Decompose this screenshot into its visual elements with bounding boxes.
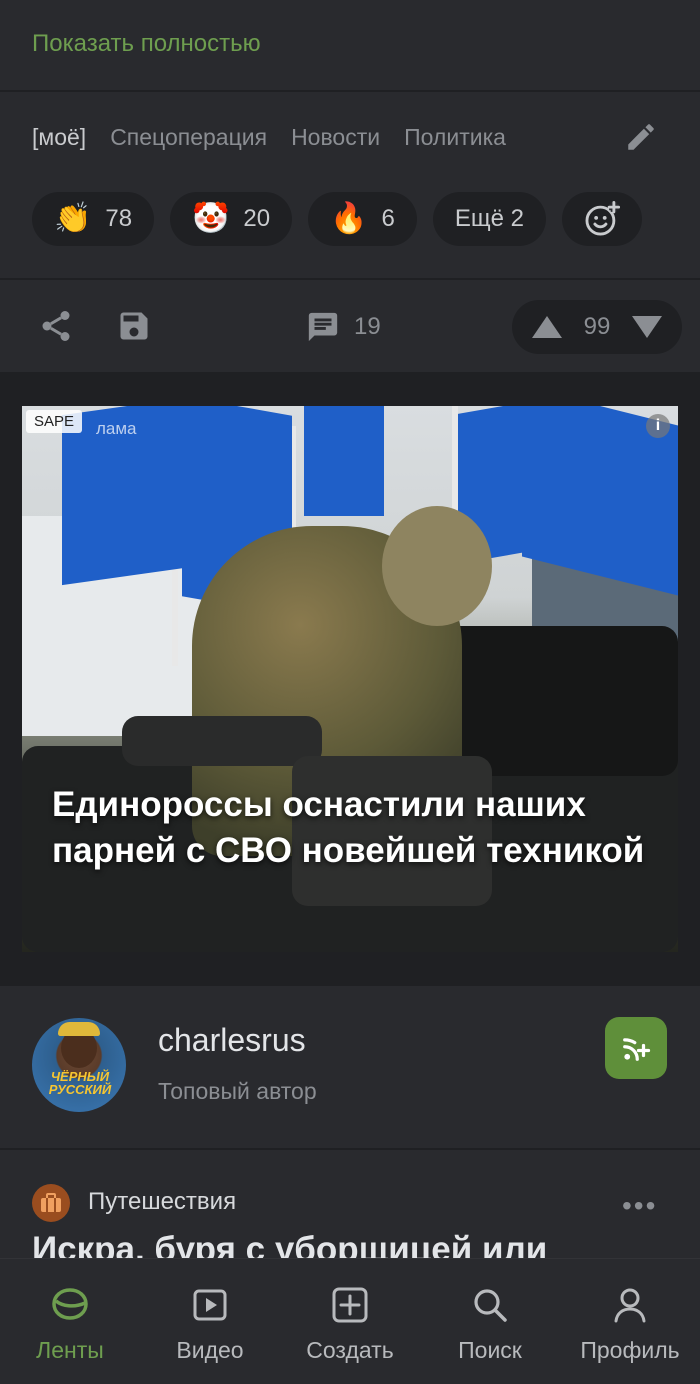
suitcase-icon — [32, 1184, 70, 1222]
nav-search[interactable]: Поиск — [420, 1259, 560, 1384]
ad-source-label: SAPE — [26, 410, 83, 433]
nav-label: Видео — [176, 1337, 244, 1363]
clown-icon: 🤡 — [192, 202, 230, 235]
show-full-link[interactable]: Показать полностью — [32, 30, 261, 58]
post-actions: 19 99 — [0, 280, 700, 372]
divider — [0, 90, 700, 92]
upvote-icon[interactable] — [530, 314, 564, 340]
nav-label: Ленты — [36, 1337, 104, 1363]
post-footer: Показать полностью [моё] Спецоперация Но… — [0, 0, 700, 372]
smile-plus-icon — [585, 200, 621, 236]
reaction-count: 78 — [105, 205, 133, 232]
reaction-clown[interactable]: 🤡 20 — [170, 192, 293, 246]
rating-value: 99 — [583, 313, 611, 340]
nav-label: Создать — [306, 1337, 394, 1363]
ad-title[interactable]: Единороссы оснастили наших парней с СВО … — [52, 782, 652, 874]
ad-label: лама — [96, 419, 137, 438]
next-post-card: Путешествия ••• Искра, буря с уборщицей … — [0, 1150, 700, 1270]
author-status: Топовый автор — [158, 1078, 317, 1104]
author-card: ЧЁРНЫЙ РУССКИЙ charlesrus Топовый автор — [0, 986, 700, 1148]
soldier-head — [382, 506, 492, 626]
reaction-count: 20 — [243, 205, 271, 232]
tag-list: [моё] Спецоперация Новости Политика — [32, 124, 506, 151]
comments-button[interactable]: 19 — [306, 310, 381, 344]
nav-profile[interactable]: Профиль — [560, 1259, 700, 1384]
search-icon — [474, 1289, 507, 1322]
rating-control: 99 — [512, 300, 682, 354]
create-icon — [332, 1287, 368, 1323]
nav-create[interactable]: Создать — [280, 1259, 420, 1384]
tag-specoperation[interactable]: Спецоперация — [110, 124, 267, 151]
reaction-count: 6 — [381, 205, 395, 232]
reaction-fire[interactable]: 🔥 6 — [308, 192, 417, 246]
atv-handle — [122, 716, 322, 766]
avatar[interactable]: ЧЁРНЫЙ РУССКИЙ — [32, 1018, 126, 1112]
avatar-hat — [58, 1022, 100, 1036]
avatar-caption: ЧЁРНЫЙ РУССКИЙ — [48, 1069, 112, 1097]
reactions-bar: 👏 78 🤡 20 🔥 6 Ещё 2 — [32, 192, 642, 246]
video-icon — [193, 1289, 227, 1321]
comment-icon — [308, 312, 338, 342]
nav-label: Профиль — [580, 1337, 680, 1363]
clap-icon: 👏 — [54, 202, 92, 235]
share-icon[interactable] — [38, 308, 74, 344]
tag-news[interactable]: Новости — [291, 124, 380, 151]
comments-count: 19 — [354, 313, 381, 340]
follow-button[interactable] — [605, 1017, 667, 1079]
more-reactions-button[interactable]: Ещё 2 — [432, 192, 546, 246]
more-options-icon[interactable]: ••• — [622, 1190, 657, 1222]
reaction-clap[interactable]: 👏 78 — [32, 192, 155, 246]
flag — [304, 406, 384, 516]
community-name[interactable]: Путешествия — [88, 1188, 236, 1216]
profile-icon — [614, 1288, 646, 1323]
downvote-icon[interactable] — [630, 314, 664, 340]
subscribe-feed-icon — [623, 1038, 651, 1061]
bottom-navigation: Ленты Видео Создать Поиск Профиль — [0, 1258, 700, 1384]
nav-video[interactable]: Видео — [140, 1259, 280, 1384]
nav-label: Поиск — [458, 1337, 522, 1363]
nav-feeds[interactable]: Ленты — [0, 1259, 140, 1384]
fire-icon: 🔥 — [330, 202, 368, 235]
save-icon[interactable] — [116, 308, 152, 344]
tag-politics[interactable]: Политика — [404, 124, 506, 151]
tag-moe[interactable]: [моё] — [32, 124, 86, 151]
ad-banner[interactable]: SAPE лама i Единороссы оснастили наших п… — [22, 406, 678, 952]
add-reaction-button[interactable] — [561, 192, 642, 246]
author-name[interactable]: charlesrus — [158, 1022, 306, 1059]
feeds-icon — [52, 1288, 88, 1320]
ad-info-icon[interactable]: i — [646, 414, 670, 438]
edit-tags-icon[interactable] — [624, 120, 658, 154]
